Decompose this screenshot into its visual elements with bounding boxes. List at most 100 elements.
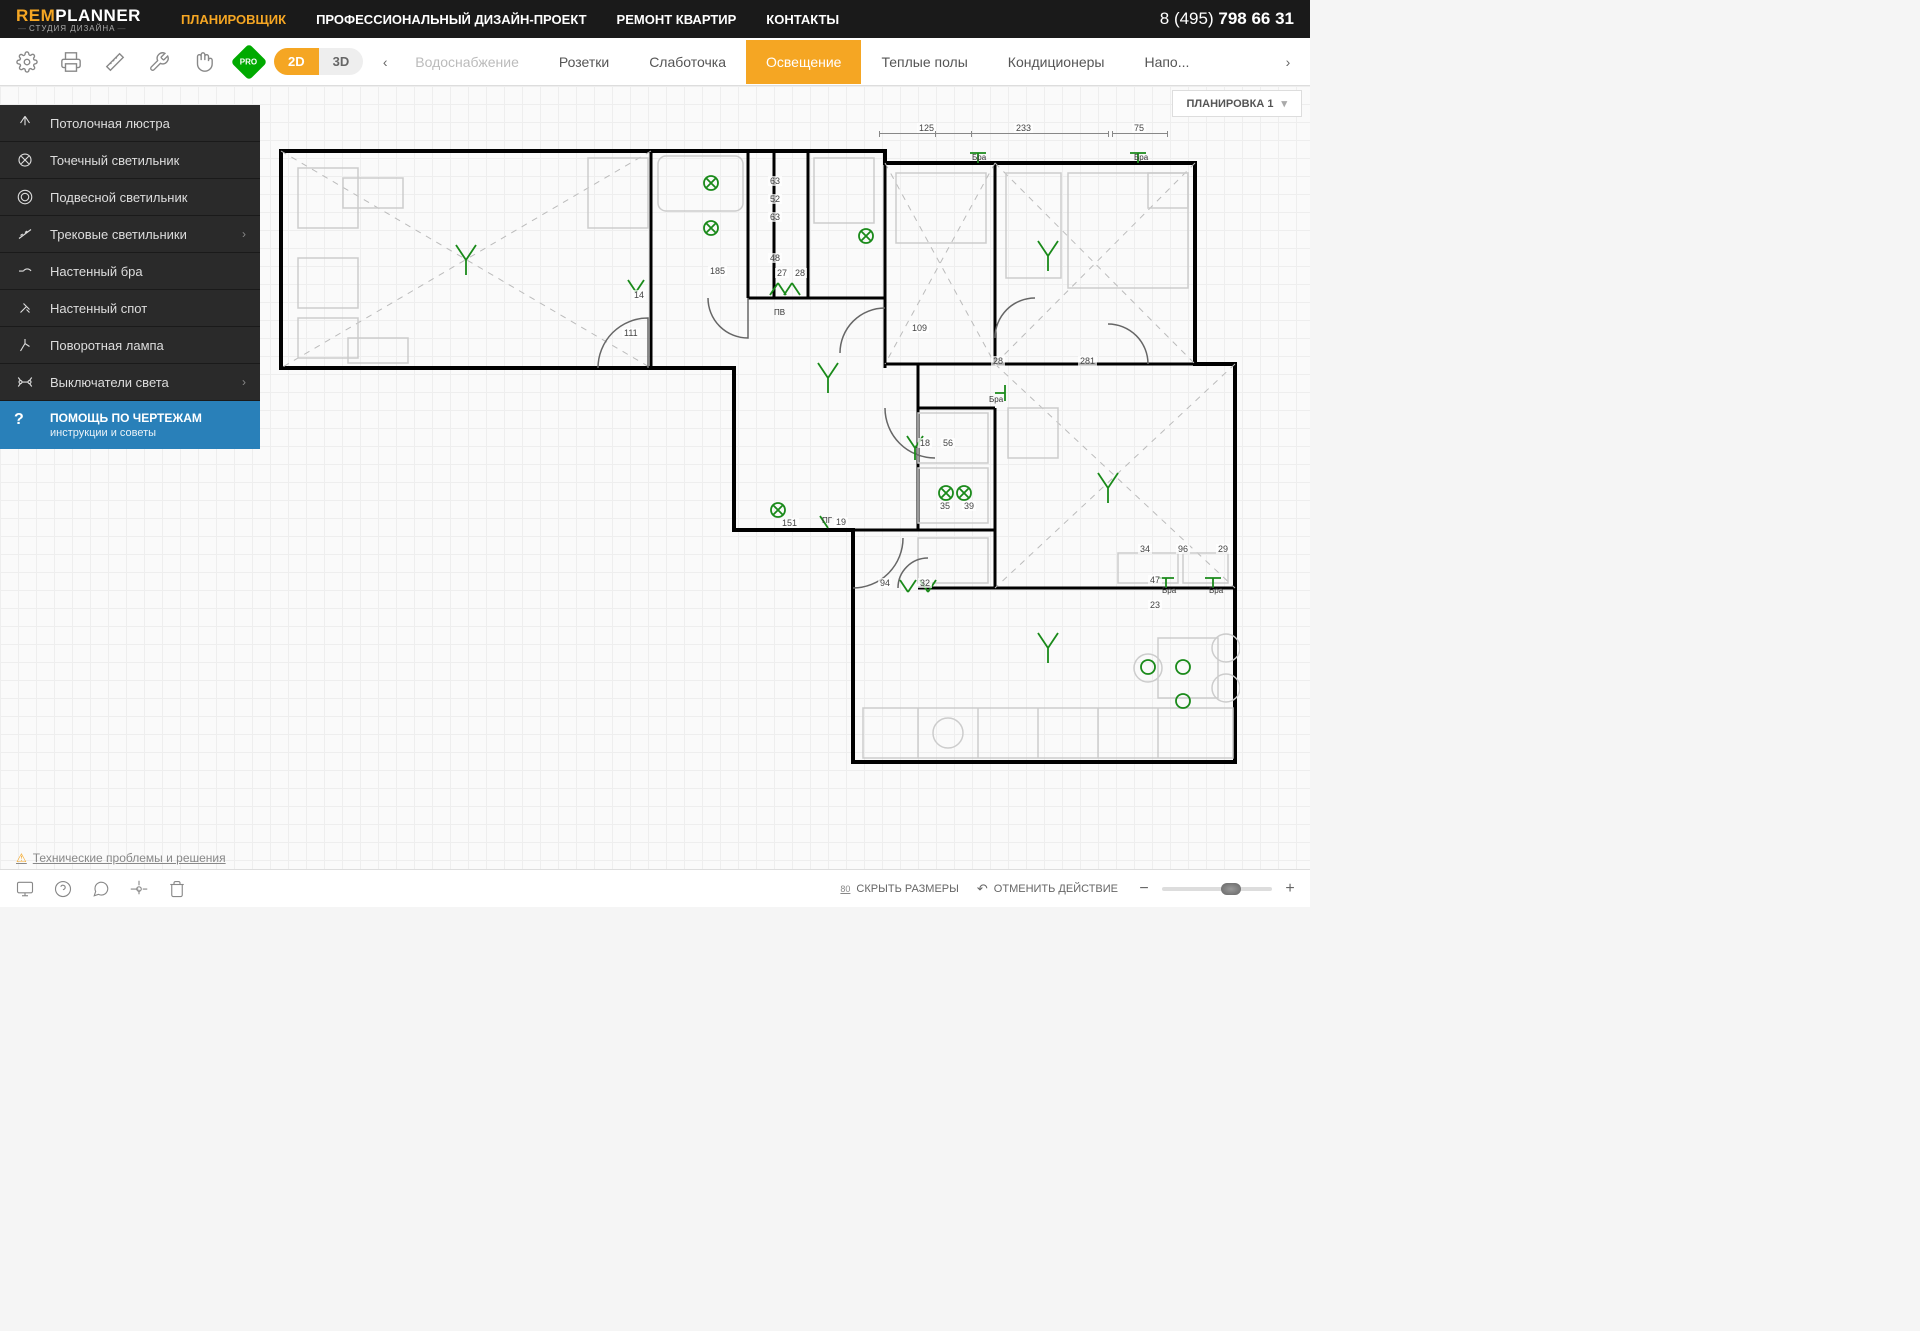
sidebar-item-label: Выключатели света	[50, 375, 242, 390]
logo-subtitle: СТУДИЯ ДИЗАЙНА	[16, 24, 141, 33]
nav-contacts[interactable]: КОНТАКТЫ	[766, 12, 839, 27]
tools-icon[interactable]	[144, 47, 174, 77]
help-title: ПОМОЩЬ ПО ЧЕРТЕЖАМ	[50, 411, 202, 425]
fixture-label: Бра	[1209, 586, 1223, 595]
undo-label: ОТМЕНИТЬ ДЕЙСТВИЕ	[994, 883, 1118, 895]
pro-label: PRO	[240, 57, 257, 66]
toolbar: PRO 2D 3D ‹ Водоснабжение Розетки Слабот…	[0, 38, 1310, 86]
dimension-value: 96	[1176, 544, 1190, 554]
zoom-out-button[interactable]: −	[1136, 880, 1152, 898]
undo-icon: ↶	[977, 881, 988, 897]
trash-icon[interactable]	[164, 876, 190, 902]
tab-floorheating[interactable]: Теплые полы	[861, 40, 987, 84]
zoom-control: − +	[1136, 880, 1298, 898]
fixture-label: Бра	[1134, 153, 1148, 162]
sidebar-item-label: Настенный бра	[50, 264, 246, 279]
fixture-label: ПГ	[822, 516, 832, 525]
dimension-value: 75	[1132, 123, 1146, 133]
dimension-value: 63	[768, 176, 782, 186]
sidebar-item-label: Настенный спот	[50, 301, 246, 316]
dimension-value: 14	[632, 290, 646, 300]
dimension-value: 34	[1138, 544, 1152, 554]
switches-icon	[14, 373, 36, 391]
fixture-label: Бра	[1162, 586, 1176, 595]
phone[interactable]: 8 (495) 798 66 31	[1160, 9, 1294, 29]
sidebar-item-wall-spot[interactable]: Настенный спот	[0, 290, 260, 327]
dimension-value: 28	[793, 268, 807, 278]
tabs: Водоснабжение Розетки Слаботочка Освещен…	[395, 40, 1278, 84]
tab-floor[interactable]: Напо...	[1124, 40, 1209, 84]
dimension-value: 151	[780, 518, 799, 528]
sidebar-item-track[interactable]: Трековые светильники›	[0, 216, 260, 253]
zoom-in-button[interactable]: +	[1282, 880, 1298, 898]
hide-sizes-button[interactable]: 80 СКРЫТЬ РАЗМЕРЫ	[840, 883, 958, 895]
chat-icon[interactable]	[88, 876, 114, 902]
dimension-value: 47	[1148, 575, 1162, 585]
ruler-icon[interactable]	[100, 47, 130, 77]
gear-icon[interactable]	[126, 876, 152, 902]
undo-button[interactable]: ↶ ОТМЕНИТЬ ДЕЙСТВИЕ	[977, 881, 1118, 897]
tab-lighting[interactable]: Освещение	[746, 40, 861, 84]
settings-gear-icon[interactable]	[12, 47, 42, 77]
sidebar-item-sconce[interactable]: Настенный бра	[0, 253, 260, 290]
sidebar-item-label: Потолочная люстра	[50, 116, 246, 131]
tab-water[interactable]: Водоснабжение	[395, 40, 539, 84]
sidebar-item-chandelier[interactable]: Потолочная люстра	[0, 105, 260, 142]
main-header: REMPLANNER СТУДИЯ ДИЗАЙНА ПЛАНИРОВЩИК ПР…	[0, 0, 1310, 38]
floorplan-svg	[278, 148, 1240, 776]
view-3d-button[interactable]: 3D	[319, 48, 364, 75]
dimension-line	[935, 133, 1109, 134]
dimension-value: 28	[991, 356, 1005, 366]
dimension-line	[1112, 133, 1168, 134]
tab-lowvoltage[interactable]: Слаботочка	[629, 40, 746, 84]
dimension-value: 185	[708, 266, 727, 276]
tab-sockets[interactable]: Розетки	[539, 40, 629, 84]
help-circle-icon[interactable]	[50, 876, 76, 902]
nav-planner[interactable]: ПЛАНИРОВЩИК	[181, 12, 286, 27]
tab-aircon[interactable]: Кондиционеры	[988, 40, 1125, 84]
pro-badge[interactable]: PRO	[231, 43, 268, 80]
monitor-icon[interactable]	[12, 876, 38, 902]
help-subtitle: инструкции и советы	[50, 427, 202, 439]
footer: 80 СКРЫТЬ РАЗМЕРЫ ↶ ОТМЕНИТЬ ДЕЙСТВИЕ − …	[0, 869, 1310, 907]
sidebar-item-label: Точечный светильник	[50, 153, 246, 168]
main-nav: ПЛАНИРОВЩИК ПРОФЕССИОНАЛЬНЫЙ ДИЗАЙН-ПРОЕ…	[181, 12, 839, 27]
floorplan[interactable]: 12523375 6352631854827281411110928281185…	[278, 148, 1240, 776]
tabs-container: ‹ Водоснабжение Розетки Слаботочка Освещ…	[375, 40, 1298, 84]
zoom-slider[interactable]	[1162, 887, 1272, 891]
hand-icon[interactable]	[188, 47, 218, 77]
warning-icon: ⚠	[16, 851, 27, 865]
sidebar-item-swivel-lamp[interactable]: Поворотная лампа	[0, 327, 260, 364]
spotlight-icon	[14, 151, 36, 169]
chandelier-icon	[14, 114, 36, 132]
tabs-next-icon[interactable]: ›	[1278, 54, 1298, 70]
dimension-value: 56	[941, 438, 955, 448]
dimension-value: 48	[768, 253, 782, 263]
tech-problems-link[interactable]: ⚠ Технические проблемы и решения	[16, 851, 226, 865]
view-2d-button[interactable]: 2D	[274, 48, 319, 75]
print-icon[interactable]	[56, 47, 86, 77]
sizes-count-badge: 80	[840, 884, 850, 894]
nav-repair[interactable]: РЕМОНТ КВАРТИР	[617, 12, 737, 27]
nav-design[interactable]: ПРОФЕССИОНАЛЬНЫЙ ДИЗАЙН-ПРОЕКТ	[316, 12, 586, 27]
help-icon: ?	[14, 411, 36, 429]
sidebar-item-pendant[interactable]: Подвесной светильник	[0, 179, 260, 216]
zoom-handle[interactable]	[1221, 883, 1241, 895]
dimension-value: 109	[910, 323, 929, 333]
layout-selector[interactable]: ПЛАНИРОВКА 1	[1172, 90, 1302, 117]
sidebar-item-switches[interactable]: Выключатели света›	[0, 364, 260, 401]
dimension-value: 18	[918, 438, 932, 448]
dimension-value: 94	[878, 578, 892, 588]
sidebar-item-spotlight[interactable]: Точечный светильник	[0, 142, 260, 179]
logo-planner: PLANNER	[55, 6, 141, 25]
chevron-right-icon: ›	[242, 375, 246, 389]
sidebar-help[interactable]: ? ПОМОЩЬ ПО ЧЕРТЕЖАМ инструкции и советы	[0, 401, 260, 449]
sconce-icon	[14, 262, 36, 280]
fixture-label: Бра	[972, 153, 986, 162]
hide-sizes-label: СКРЫТЬ РАЗМЕРЫ	[856, 883, 958, 895]
tabs-prev-icon[interactable]: ‹	[375, 54, 395, 70]
dimension-value: 281	[1078, 356, 1097, 366]
dimension-value: 23	[1148, 600, 1162, 610]
wall-spot-icon	[14, 299, 36, 317]
logo[interactable]: REMPLANNER СТУДИЯ ДИЗАЙНА	[16, 6, 141, 33]
